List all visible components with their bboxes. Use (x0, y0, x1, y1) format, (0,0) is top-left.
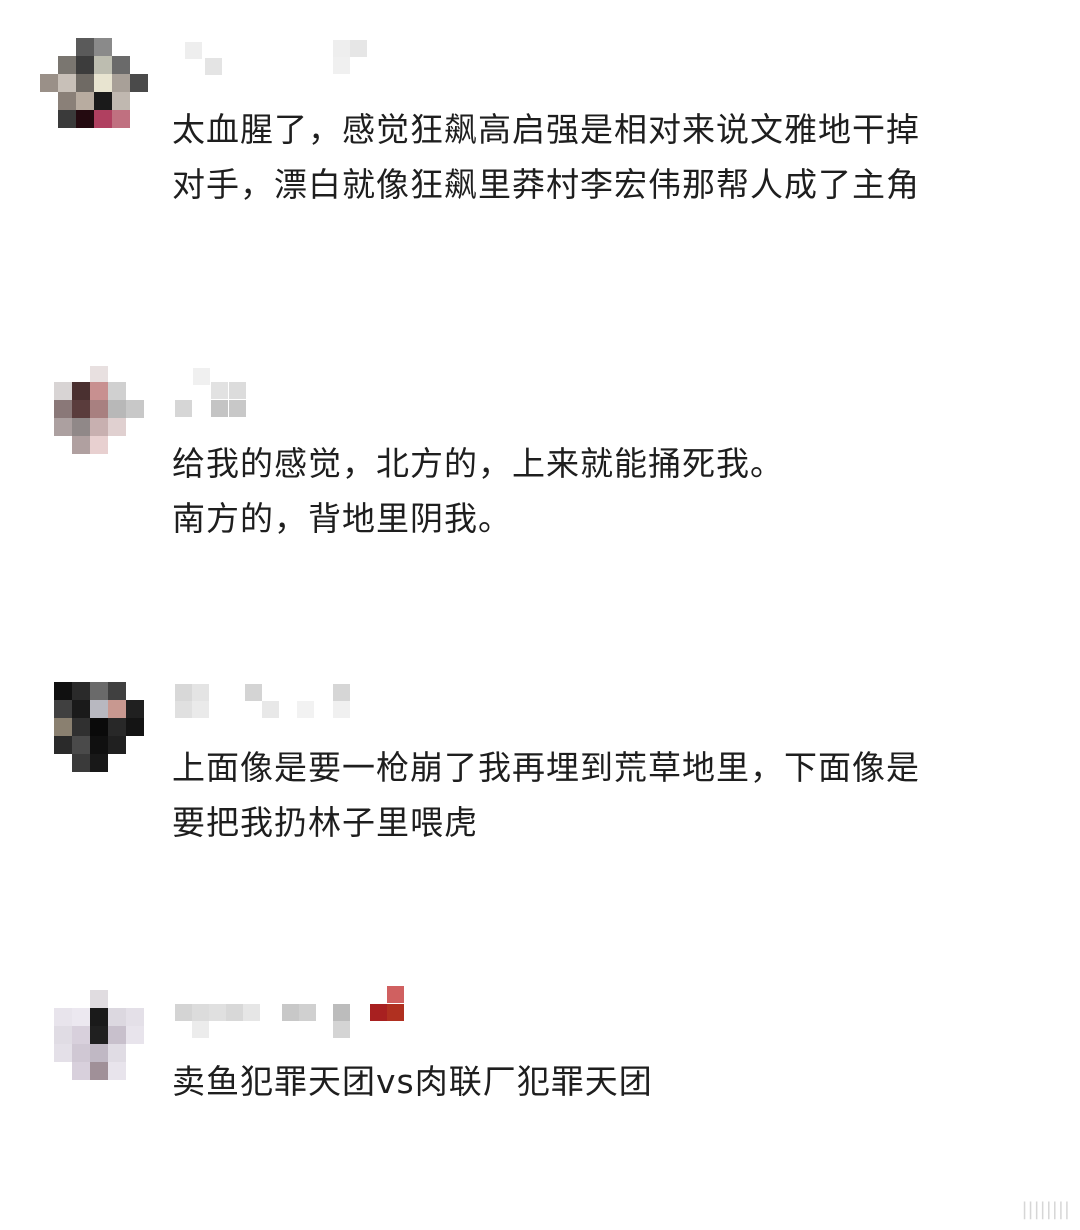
comment-text: 太血腥了，感觉狂飙高启强是相对来说文雅地干掉对手，漂白就像狂飙里莽村李宏伟那帮人… (172, 110, 920, 204)
username-blurred[interactable] (175, 40, 415, 80)
avatar[interactable] (38, 38, 148, 138)
avatar[interactable] (38, 990, 148, 1090)
comment-text: 上面像是要一枪崩了我再埋到荒草地里，下面像是要把我扔林子里喂虎 (172, 748, 920, 842)
comment-text: 卖鱼犯罪天团vs肉联厂犯罪天团 (172, 1062, 653, 1101)
comment-text: 给我的感觉，北方的，上来就能捅死我。 南方的，背地里阴我。 (172, 444, 784, 538)
watermark: |||||||| (1021, 1199, 1070, 1220)
avatar[interactable] (38, 366, 148, 466)
username-blurred[interactable] (175, 682, 415, 722)
username-blurred[interactable] (175, 364, 415, 417)
avatar[interactable] (38, 682, 148, 782)
username-blurred[interactable] (175, 986, 415, 1038)
